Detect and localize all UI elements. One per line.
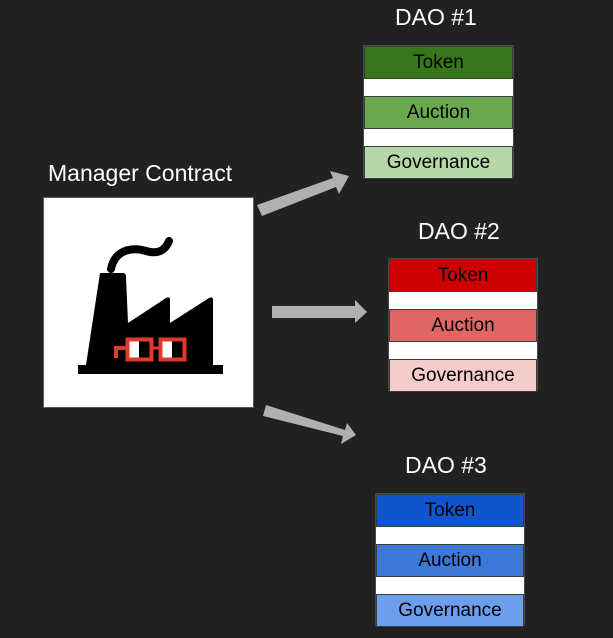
arrow-to-dao-3	[263, 405, 356, 444]
dao-3-token-module[interactable]: Token	[376, 494, 524, 527]
arrow-to-dao-1	[257, 171, 349, 216]
arrow-to-dao-2	[272, 300, 367, 323]
module-label: Token	[413, 51, 464, 73]
module-label: Governance	[386, 151, 491, 173]
dao-1-auction-module[interactable]: Auction	[364, 96, 513, 129]
dao-2-auction-module[interactable]: Auction	[389, 309, 537, 342]
module-label: Auction	[406, 101, 471, 123]
dao-1-title: DAO #1	[395, 4, 477, 30]
dao-3-stack: Token Auction Governance	[375, 493, 525, 627]
dao-3-auction-module[interactable]: Auction	[376, 544, 524, 577]
dao-1-governance-module[interactable]: Governance	[364, 146, 513, 179]
dao-1-token-module[interactable]: Token	[364, 46, 513, 79]
module-label: Governance	[411, 364, 515, 386]
module-label: Token	[424, 499, 476, 521]
dao-1-stack: Token Auction Governance	[363, 45, 514, 179]
module-label: Governance	[398, 599, 502, 621]
dao-2-token-module[interactable]: Token	[389, 259, 537, 292]
dao-2-stack: Token Auction Governance	[388, 258, 538, 392]
dao-2-title: DAO #2	[418, 218, 500, 244]
module-label: Token	[437, 264, 489, 286]
dao-2-governance-module[interactable]: Governance	[389, 359, 537, 392]
module-label: Auction	[418, 549, 482, 571]
dao-3-title: DAO #3	[405, 452, 487, 478]
dao-3-governance-module[interactable]: Governance	[376, 594, 524, 627]
module-label: Auction	[431, 314, 495, 336]
